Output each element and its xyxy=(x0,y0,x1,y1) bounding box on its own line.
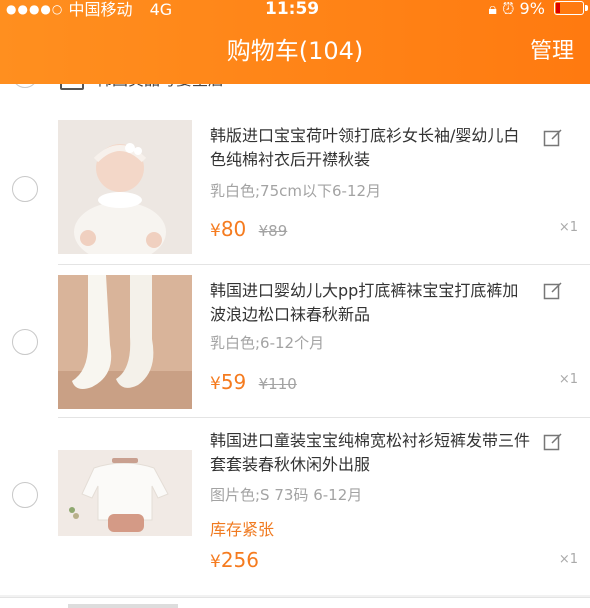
network-label: 4G xyxy=(149,0,173,19)
edit-icon[interactable] xyxy=(543,128,563,148)
battery-icon xyxy=(554,1,588,15)
cart-item: 韩国进口婴幼儿大pp打底裤袜宝宝打底裤加波浪边松口袜春秋新品 乳白色;6-12个… xyxy=(0,265,590,418)
currency-symbol: ¥ xyxy=(210,374,221,394)
price-row: ¥59 ¥110 xyxy=(210,370,297,394)
item-select-radio[interactable] xyxy=(12,482,38,508)
product-price: 59 xyxy=(220,370,247,394)
outfit-photo-image xyxy=(58,450,192,536)
tights-photo-image xyxy=(58,275,192,409)
product-sku: 图片色;S 73码 6-12月 xyxy=(210,486,363,504)
product-image[interactable] xyxy=(58,275,192,409)
quantity-label: ×1 xyxy=(558,552,578,567)
item-select-radio[interactable] xyxy=(12,329,38,355)
app-header: ●●●●○ 中国移动 4G 11:59 🔒︎ ⏰︎ 9% 购物车(104) 管理 xyxy=(0,0,590,84)
edit-icon[interactable] xyxy=(543,281,563,301)
quantity-label: ×1 xyxy=(558,372,578,387)
status-right: 🔒︎ ⏰︎ 9% xyxy=(488,0,588,18)
product-price: 80 xyxy=(220,217,247,241)
currency-symbol: ¥ xyxy=(210,221,221,241)
alarm-icon: ⏰︎ xyxy=(501,0,515,18)
clock: 11:59 xyxy=(265,0,320,19)
item-select-radio[interactable] xyxy=(12,176,38,202)
edit-icon[interactable] xyxy=(543,432,563,452)
battery-label: 9% xyxy=(519,0,545,18)
currency-symbol: ¥ xyxy=(210,552,221,572)
price-row: ¥80 ¥89 xyxy=(210,217,287,241)
carrier-info: ●●●●○ 中国移动 4G xyxy=(6,0,172,19)
product-image[interactable] xyxy=(58,120,192,254)
manage-button[interactable]: 管理 xyxy=(530,38,574,66)
product-name[interactable]: 韩国进口婴幼儿大pp打底裤袜宝宝打底裤加波浪边松口袜春秋新品 xyxy=(210,279,530,327)
product-price: 256 xyxy=(220,548,260,572)
product-sku: 乳白色;75cm以下6-12月 xyxy=(210,182,382,200)
original-price: ¥89 xyxy=(258,222,288,240)
baby-photo-image xyxy=(58,120,192,254)
carrier-label: 中国移动 xyxy=(68,0,133,19)
quantity-label: ×1 xyxy=(558,220,578,235)
signal-icon: ●●●●○ xyxy=(6,2,64,16)
page-title: 购物车(104) xyxy=(226,37,364,65)
orientation-lock-icon: 🔒︎ xyxy=(488,0,497,18)
stock-warning: 库存紧张 xyxy=(210,520,275,539)
cart-item: 韩版进口宝宝荷叶领打底衫女长袖/婴幼儿白色纯棉衬衣后开襟秋装 乳白色;75cm以… xyxy=(0,92,590,265)
product-name[interactable]: 韩国进口童装宝宝纯棉宽松衬衫短裤发带三件套套装春秋休闲外出服 xyxy=(210,429,530,477)
cart-item-partial xyxy=(0,597,590,608)
status-bar: ●●●●○ 中国移动 4G 11:59 🔒︎ ⏰︎ 9% xyxy=(0,0,590,24)
product-image[interactable] xyxy=(58,450,192,536)
cart-item: 韩国进口童装宝宝纯棉宽松衬衫短裤发带三件套套装春秋休闲外出服 图片色;S 73码… xyxy=(0,418,590,595)
original-price: ¥110 xyxy=(258,375,297,393)
next-item-image xyxy=(68,604,178,608)
price-row: ¥256 xyxy=(210,548,259,572)
product-name[interactable]: 韩版进口宝宝荷叶领打底衫女长袖/婴幼儿白色纯棉衬衣后开襟秋装 xyxy=(210,124,530,172)
product-sku: 乳白色;6-12个月 xyxy=(210,334,325,352)
